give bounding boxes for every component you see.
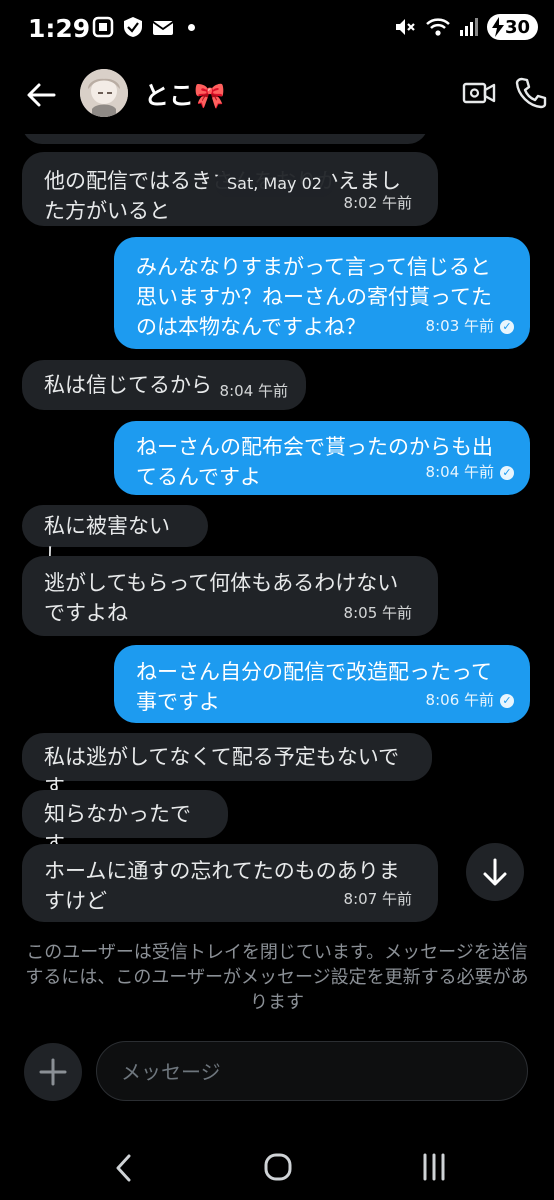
message-time: 8:05 午前 xyxy=(343,604,412,622)
battery-level: 30 xyxy=(504,16,530,38)
phone-icon[interactable] xyxy=(514,76,548,110)
message-time: 8:02 午前 xyxy=(343,194,412,212)
system-nav-bar xyxy=(0,1136,554,1200)
plus-icon xyxy=(39,1058,67,1086)
mail-icon xyxy=(152,21,174,35)
message-input[interactable] xyxy=(119,1056,503,1088)
avatar[interactable] xyxy=(80,69,128,117)
message-bubble-incoming[interactable]: ホームに通すの忘れてたのものありますけど 8:07 午前 xyxy=(22,844,438,922)
status-time: 1:29 xyxy=(28,14,91,43)
screenshot-icon xyxy=(92,16,114,38)
message-bubble-incoming[interactable]: 私は逃がしてなくて配る予定もないです xyxy=(22,733,432,799)
add-attachment-button[interactable] xyxy=(24,1043,82,1101)
message-time: 8:07 午前 xyxy=(343,890,412,908)
message-bubble-outgoing[interactable]: ねーさん自分の配信で改造配ったって事ですよ 8:06 午前 ✓ xyxy=(114,645,530,723)
battery-indicator: 30 xyxy=(486,14,538,40)
message-time-group: 8:03 午前 ✓ xyxy=(426,311,514,341)
nav-home-icon[interactable] xyxy=(263,1152,293,1182)
video-call-icon[interactable] xyxy=(462,76,496,110)
message-time: 8:04 午前 xyxy=(425,463,494,481)
scroll-to-bottom-button[interactable] xyxy=(466,843,524,901)
message-bubble-outgoing[interactable]: みんななりすまがって言って信じると思いますか？ねーさんの寄付貰ってたのは本物なん… xyxy=(114,237,530,349)
message-bubble-incoming[interactable]: 私は信じてるから 8:04 午前 xyxy=(22,360,306,410)
message-time: 8:04 午前 xyxy=(219,382,288,400)
partial-message-bubble xyxy=(22,134,428,144)
message-time-group: 8:04 午前 ✓ xyxy=(426,457,514,487)
conversation-header: とこ🎀 xyxy=(0,58,554,134)
message-list[interactable]: 他の配信ではるきさんをおりかえました方がいると 8:02 午前 Sat, May… xyxy=(0,134,554,934)
shield-icon xyxy=(124,17,142,37)
message-composer[interactable] xyxy=(96,1041,528,1101)
inbox-closed-notice: このユーザーは受信トレイを閉じています。メッセージを送信するには、このユーザーが… xyxy=(25,942,529,1013)
message-bubble-incoming[interactable]: 知らなかったです xyxy=(22,790,228,856)
back-arrow-icon[interactable] xyxy=(24,78,58,112)
wifi-icon xyxy=(426,18,450,36)
message-bubble-incoming[interactable]: 逃がしてもらって何体もあるわけないですよね 8:05 午前 xyxy=(22,556,438,636)
charging-bolt-icon xyxy=(491,17,504,37)
scroll-down-icon xyxy=(483,858,507,886)
message-time-group: 8:06 午前 ✓ xyxy=(426,685,514,715)
status-system-icons: 30 xyxy=(393,14,538,40)
nav-recents-icon[interactable] xyxy=(420,1152,448,1182)
mute-icon xyxy=(395,19,415,35)
signal-icon xyxy=(459,18,478,36)
conversation-title: とこ🎀 xyxy=(144,81,226,110)
read-check-icon: ✓ xyxy=(500,693,514,708)
date-separator: Sat, May 02 xyxy=(215,170,334,197)
read-check-icon: ✓ xyxy=(500,465,514,480)
status-notification-icons xyxy=(92,16,195,38)
message-time: 8:03 午前 xyxy=(425,317,494,335)
nav-back-icon[interactable] xyxy=(110,1152,138,1184)
notification-dot xyxy=(188,23,195,31)
message-time: 8:06 午前 xyxy=(425,691,494,709)
read-check-icon: ✓ xyxy=(500,319,514,334)
message-bubble-outgoing[interactable]: ねーさんの配布会で貰ったのからも出てるんですよ 8:04 午前 ✓ xyxy=(114,421,530,495)
message-bubble-incoming[interactable]: 私に被害ないし xyxy=(22,505,208,568)
status-bar: 1:29 30 xyxy=(0,0,554,58)
